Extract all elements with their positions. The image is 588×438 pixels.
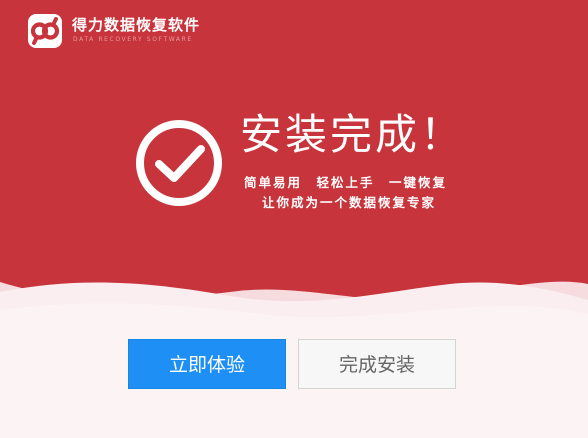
- check-circle-icon: [136, 120, 222, 206]
- app-title: 得力数据恢复软件: [72, 16, 201, 34]
- tagline-expert: 让你成为一个数据恢复专家: [262, 195, 437, 210]
- infinity-logo-icon: [28, 14, 62, 48]
- finish-install-button[interactable]: 完成安装: [298, 339, 456, 389]
- install-complete-headline: 安装完成！: [240, 110, 466, 159]
- installer-window: 得力数据恢复软件 DATA RECOVERY SOFTWARE 安装完成！ 简单…: [0, 0, 588, 438]
- wave-decoration: [0, 281, 588, 438]
- tagline-features: 简单易用 轻松上手 一键恢复: [244, 175, 448, 190]
- title-bar: 得力数据恢复软件 DATA RECOVERY SOFTWARE: [0, 0, 588, 52]
- app-subtitle: DATA RECOVERY SOFTWARE: [73, 36, 193, 43]
- try-now-button[interactable]: 立即体验: [128, 339, 286, 389]
